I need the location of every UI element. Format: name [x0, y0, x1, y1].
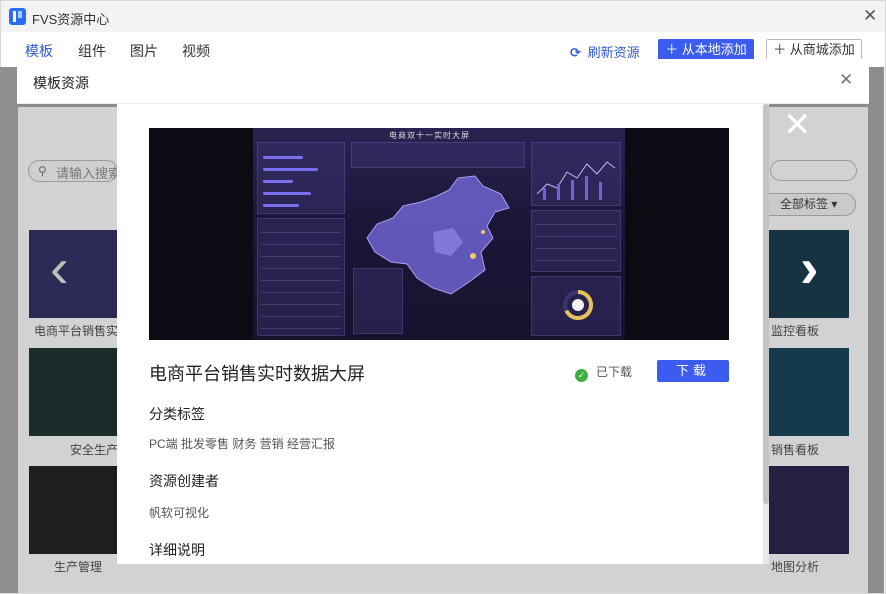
- dashboard-row: [535, 224, 617, 225]
- window-close-icon[interactable]: ✕: [863, 6, 877, 26]
- dashboard-bar: [263, 168, 318, 171]
- background-caption: 监控看板: [771, 324, 820, 338]
- background-caption: 安全生产: [70, 443, 119, 457]
- template-title: 电商平台销售实时数据大屏: [149, 364, 365, 384]
- dashboard-bar: [263, 156, 303, 159]
- download-status: ✓ 已下载: [575, 363, 632, 382]
- dashboard-line-chart: [536, 161, 616, 200]
- dashboard-row: [261, 292, 341, 293]
- tab-images[interactable]: 图片: [130, 41, 158, 61]
- tab-videos[interactable]: 视频: [182, 41, 210, 61]
- dashboard-row: [261, 256, 341, 257]
- app-title: FVS资源中心: [32, 12, 110, 27]
- template-preview-image: 电商双十一实时大屏: [149, 128, 729, 340]
- dashboard-row: [261, 268, 341, 269]
- background-thumbnail: [769, 466, 849, 554]
- download-status-label: 已下载: [596, 365, 633, 379]
- background-caption: 销售看板: [771, 443, 820, 457]
- dashboard-row: [261, 232, 341, 233]
- add-from-local-button[interactable]: ＋ 从本地添加: [658, 39, 754, 61]
- detail-scrollbar-thumb[interactable]: [763, 104, 769, 504]
- background-caption: 地图分析: [771, 560, 820, 574]
- background-thumbnail: [29, 230, 117, 318]
- dashboard-bar: [263, 180, 293, 183]
- check-circle-icon: ✓: [575, 369, 588, 382]
- download-button[interactable]: 下载: [657, 360, 729, 382]
- dashboard-row: [535, 260, 617, 261]
- dashboard-row: [261, 244, 341, 245]
- dashboard-title: 电商双十一实时大屏: [389, 131, 470, 140]
- background-thumbnail: [29, 348, 117, 436]
- description-label: 详细说明: [149, 542, 205, 558]
- dialog-header: 模板资源 ✕: [17, 59, 869, 104]
- preview-close-icon[interactable]: ✕: [783, 108, 812, 142]
- tag-filter-label: 全部标签: [780, 197, 829, 211]
- chevron-left-icon[interactable]: ‹: [50, 240, 69, 296]
- background-search-placeholder: 请输入搜索: [56, 166, 122, 181]
- dashboard-kpi-panel: [351, 142, 525, 168]
- background-caption: 生产管理: [54, 560, 103, 574]
- dashboard-bar: [263, 192, 311, 195]
- dashboard-kpi-panel: [353, 268, 403, 334]
- app-logo-icon: [9, 8, 26, 25]
- dashboard-gauge: [563, 290, 593, 320]
- dashboard-row: [261, 316, 341, 317]
- chevron-right-icon[interactable]: ›: [800, 240, 819, 296]
- category-tags: PC端 批发零售 财务 营销 经营汇报: [149, 437, 336, 451]
- dialog-title: 模板资源: [33, 75, 89, 91]
- dashboard-row: [261, 280, 341, 281]
- dashboard-row: [261, 304, 341, 305]
- category-label: 分类标签: [149, 406, 205, 422]
- dashboard-row: [261, 328, 341, 329]
- dashboard-table-panel: [257, 218, 345, 336]
- dialog-close-icon[interactable]: ✕: [839, 70, 853, 90]
- creator-value: 帆软可视化: [149, 506, 210, 520]
- dashboard-thumbnail: 电商双十一实时大屏: [253, 128, 625, 340]
- background-search-icon: ⚲: [38, 164, 47, 178]
- tab-components[interactable]: 组件: [78, 41, 106, 61]
- tab-templates[interactable]: 模板: [25, 41, 53, 61]
- creator-label: 资源创建者: [149, 473, 219, 489]
- dashboard-row: [535, 236, 617, 237]
- background-thumbnail: [769, 348, 849, 436]
- refresh-label: 刷新资源: [587, 45, 640, 60]
- background-thumbnail: [29, 466, 117, 554]
- title-bar: FVS资源中心 ✕: [1, 1, 885, 32]
- dashboard-bar: [263, 204, 299, 207]
- dashboard-table-panel: [531, 210, 621, 272]
- background-sidebar: [0, 67, 18, 593]
- background-search-input-right: [770, 160, 857, 181]
- dashboard-row: [535, 248, 617, 249]
- background-tag-filter: 全部标签 ▾: [759, 193, 856, 216]
- add-from-store-button[interactable]: ＋ 从商城添加: [766, 39, 862, 61]
- background-caption: 电商平台销售实: [34, 324, 119, 338]
- template-detail-card: 电商双十一实时大屏 电商平台销售实时数据大屏 ✓ 已下载 下载 分类标签 PC端…: [117, 104, 763, 564]
